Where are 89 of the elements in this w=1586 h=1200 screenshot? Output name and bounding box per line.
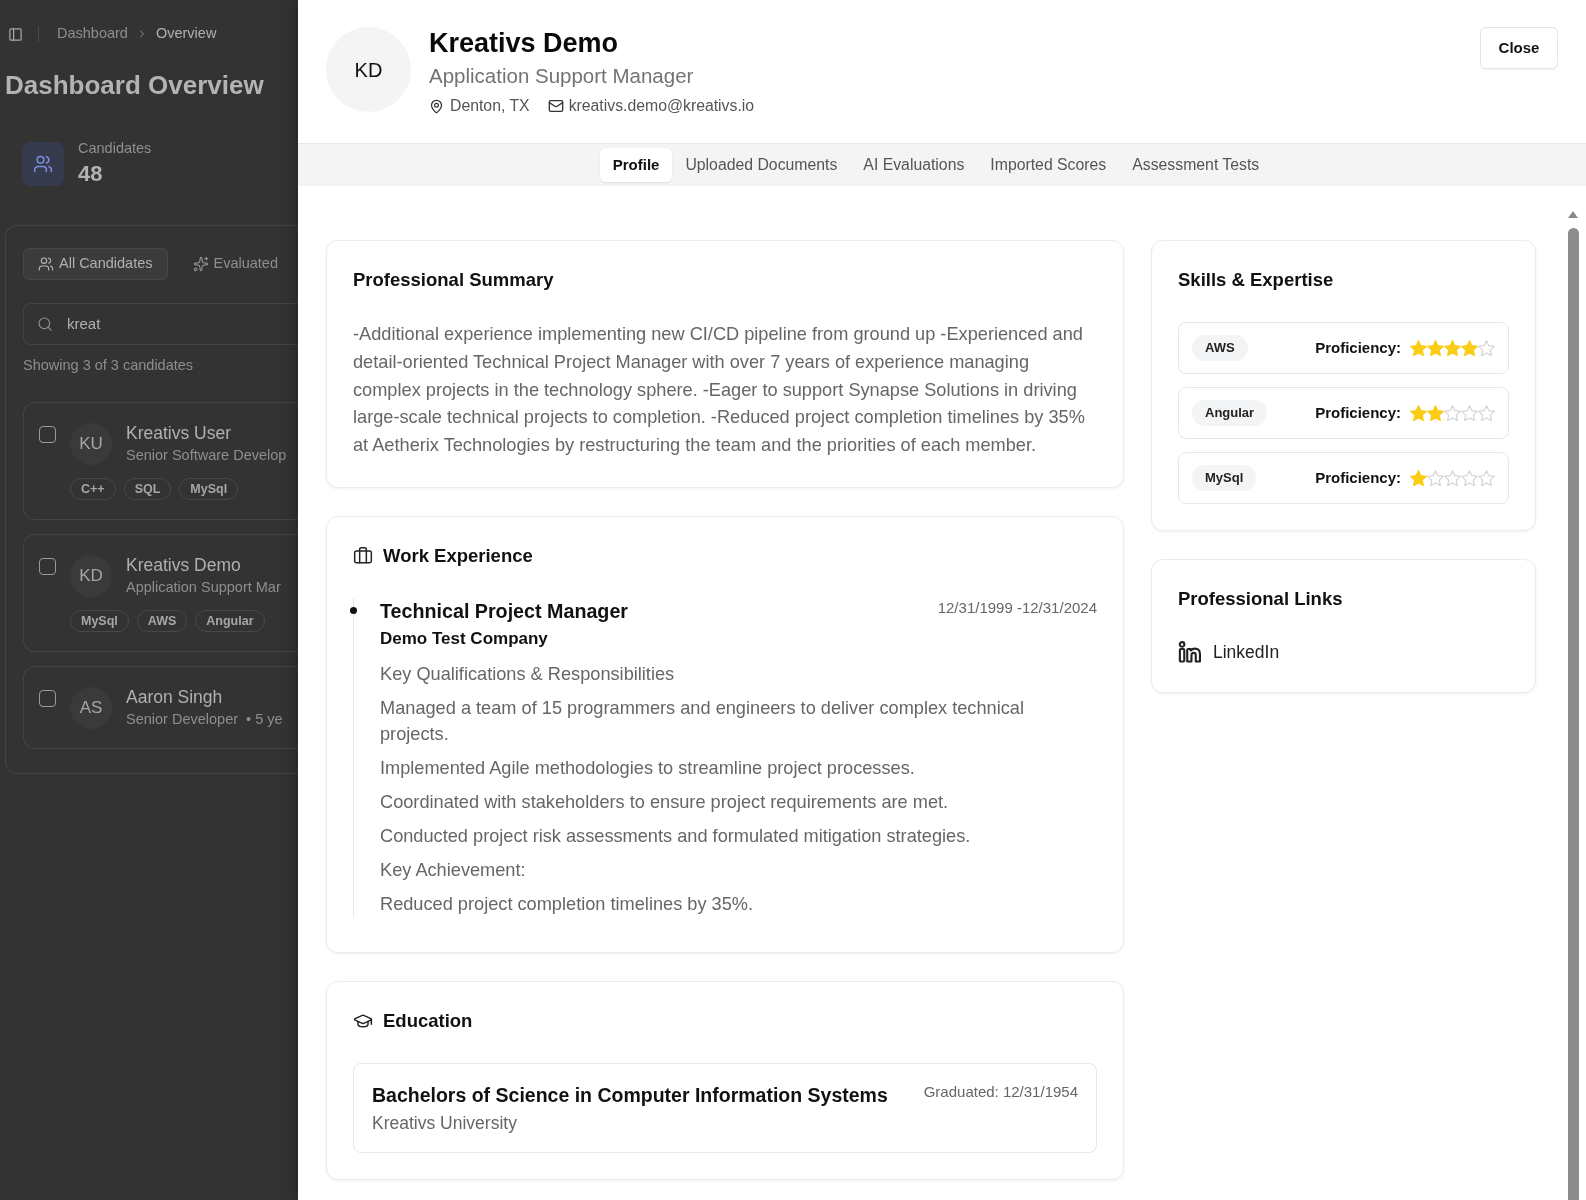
proficiency-label: Proficiency: — [1315, 337, 1401, 358]
profile-title: Application Support Manager — [429, 63, 695, 89]
star-icon — [1410, 339, 1427, 357]
graduation-date: Graduated: 12/31/1954 — [923, 1082, 1078, 1102]
section-heading: Work Experience — [383, 544, 533, 568]
sidebar-toggle-icon[interactable] — [8, 26, 23, 42]
checkbox[interactable] — [39, 426, 56, 443]
section-heading: Professional Summary — [353, 268, 555, 292]
candidate-card[interactable]: AS Aaron Singh Senior Developer • 5 ye — [23, 666, 298, 749]
filter-tab[interactable]: Evaluated — [177, 248, 293, 280]
candidate-role: Application Support Mar — [126, 577, 281, 597]
sparkle-icon — [192, 256, 209, 272]
filter-tab[interactable]: All Candidates — [23, 248, 168, 280]
star-icon — [1478, 339, 1495, 357]
users-icon — [22, 142, 64, 186]
job-detail-text: Managed a team of 15 programmers and engineers to deliver complex technical projects. — [380, 697, 1025, 746]
star-icon — [1427, 469, 1444, 487]
job-detail-text: Conducted project risk assessments and formulated mitigation strategies. — [380, 825, 972, 848]
profile-avatar: KD — [326, 27, 411, 112]
page-title: Dashboard Overview — [4, 69, 265, 102]
company-name: Demo Test Company — [380, 628, 549, 650]
star-icon — [1410, 469, 1427, 487]
candidate-name: Kreativs User — [126, 421, 233, 444]
scroll-up-arrow-icon[interactable] — [1568, 211, 1578, 218]
job-detail-text: Reduced project completion timelines by 35%. — [380, 893, 755, 916]
tab[interactable]: Imported Scores — [977, 148, 1120, 182]
briefcase-icon — [353, 546, 373, 566]
skill-tag: MySql — [1192, 465, 1257, 491]
candidate-role: Senior Software Develop — [126, 445, 287, 465]
star-icon — [1444, 404, 1461, 422]
candidate-card[interactable]: KU Kreativs User Senior Software Develop C++ SQL MySql — [23, 402, 298, 520]
location-pin-icon — [429, 98, 444, 114]
star-icon — [1461, 469, 1478, 487]
job-title: Technical Project Manager — [380, 599, 628, 624]
scrollbar-thumb[interactable] — [1568, 228, 1579, 1200]
stat-value: 48 — [78, 160, 104, 188]
checkbox[interactable] — [39, 558, 56, 575]
job-detail-text: Key Qualifications & Responsibilities — [380, 663, 676, 686]
section-heading: Skills & Expertise — [1178, 268, 1335, 292]
skill-tag: AWS — [1192, 335, 1248, 361]
proficiency-label: Proficiency: — [1315, 467, 1401, 488]
avatar: AS — [70, 687, 112, 729]
result-count: Showing 3 of 3 candidates — [23, 356, 195, 375]
candidate-role: Senior Developer — [126, 709, 239, 729]
school-name: Kreativs University — [372, 1112, 518, 1135]
star-icon — [1410, 404, 1427, 422]
degree-title: Bachelors of Science in Computer Information Systems — [372, 1083, 888, 1108]
star-icon — [1461, 339, 1478, 357]
section-heading: Professional Links — [1178, 587, 1344, 611]
candidate-name: Kreativs Demo — [126, 553, 242, 576]
proficiency-label: Proficiency: — [1315, 402, 1401, 423]
users-icon — [38, 256, 54, 272]
star-icon — [1478, 404, 1495, 422]
profile-email: kreativs.demo@kreativs.io — [568, 96, 755, 116]
job-detail-text: Coordinated with stakeholders to ensure project requirements are met. — [380, 791, 950, 814]
avatar: KD — [70, 555, 112, 597]
star-icon — [1478, 469, 1495, 487]
tab[interactable]: Assessment Tests — [1119, 148, 1273, 182]
star-icon — [1461, 404, 1478, 422]
linkedin-icon — [1178, 641, 1203, 663]
star-icon — [1444, 339, 1461, 357]
job-detail-text: Implemented Agile methodologies to streamline project processes. — [380, 757, 916, 780]
profile-link[interactable]: LinkedIn — [1178, 639, 1509, 665]
breadcrumb-link[interactable]: Overview — [155, 23, 217, 45]
search-field[interactable]: kreat — [23, 303, 298, 345]
star-icon — [1427, 404, 1444, 422]
tab[interactable]: AI Evaluations — [850, 148, 978, 182]
close-button[interactable]: Close — [1480, 27, 1558, 69]
section-heading: Education — [383, 1009, 473, 1033]
star-icon — [1427, 339, 1444, 357]
checkbox[interactable] — [39, 690, 56, 707]
job-dates: 12/31/1999 -12/31/2024 — [937, 598, 1097, 618]
candidate-experience: • 5 ye — [246, 709, 283, 729]
graduation-cap-icon — [353, 1011, 373, 1031]
skill-tag: Angular — [1192, 400, 1268, 426]
profile-location: Denton, TX — [450, 96, 530, 116]
breadcrumb-link[interactable]: Dashboard — [57, 23, 128, 45]
avatar: KU — [70, 423, 112, 465]
summary-text: -Additional experience implementing new CI/CD pipeline from ground up -Experienced and detail-oriented Technical Project Manager with over 7 years of experience managing complex projects in the technology sphere. -Eager to support Synapse Solutions in driving large-scale technical projects to completion. -Reduced project completion timelines by 35% at Aetherix Technologies by restructuring the team and the priorities of each member. — [353, 323, 1086, 458]
tab[interactable]: Uploaded Documents — [672, 148, 851, 182]
search-icon — [37, 316, 53, 332]
stat-label: Candidates — [78, 139, 152, 157]
profile-name: Kreativs Demo — [429, 27, 620, 59]
tab[interactable]: Profile — [599, 148, 673, 182]
mail-icon — [547, 98, 564, 114]
star-icon — [1444, 469, 1461, 487]
candidate-card[interactable]: KD Kreativs Demo Application Support Mar MySql AWS Angular — [23, 534, 298, 652]
candidate-name: Aaron Singh — [126, 685, 224, 708]
job-detail-text: Key Achievement: — [380, 859, 527, 882]
